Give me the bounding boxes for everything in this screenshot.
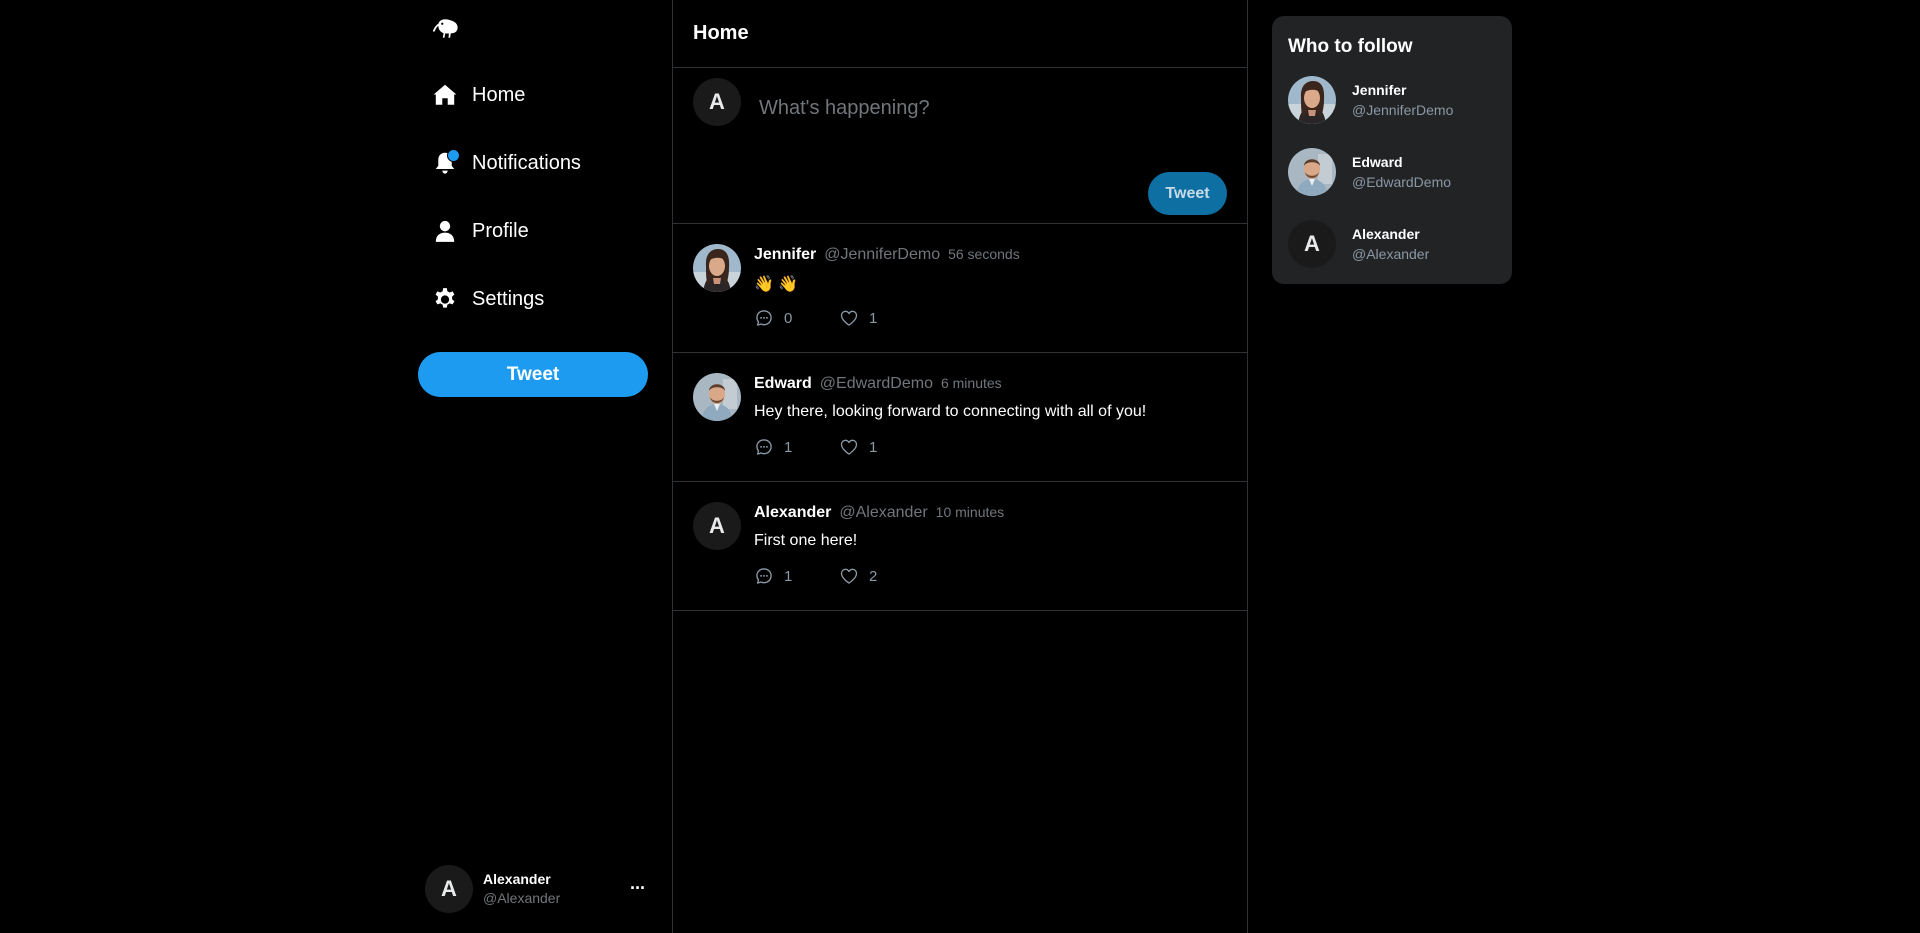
avatar[interactable] bbox=[693, 244, 741, 292]
reply-icon bbox=[754, 437, 774, 457]
heart-icon bbox=[839, 308, 859, 328]
avatar bbox=[1288, 148, 1336, 196]
sidebar-item-notifications[interactable]: Notifications bbox=[432, 141, 652, 185]
sidebar-item-label: Home bbox=[472, 83, 526, 106]
sidebar-item-profile[interactable]: Profile bbox=[432, 209, 652, 253]
tweet-header: Edward @EdwardDemo 6 minutes bbox=[754, 375, 1002, 393]
follow-suggestion[interactable]: Edward @EdwardDemo bbox=[1288, 147, 1503, 197]
tweet-text: 👋 👋 bbox=[754, 276, 799, 293]
follow-name: Jennifer bbox=[1352, 82, 1407, 98]
tweet-author-name[interactable]: Edward bbox=[754, 375, 812, 393]
follow-suggestion[interactable]: A Alexander @Alexander bbox=[1288, 219, 1503, 269]
reply-count: 1 bbox=[784, 567, 793, 585]
tweet-actions: 1 1 bbox=[754, 437, 924, 457]
account-handle: @Alexander bbox=[483, 890, 561, 906]
gear-icon bbox=[432, 286, 458, 312]
notification-dot bbox=[447, 149, 460, 162]
tweet-author-handle[interactable]: @EdwardDemo bbox=[820, 375, 933, 393]
tweet-composer: A Tweet bbox=[673, 68, 1247, 224]
like-button[interactable]: 1 bbox=[839, 437, 924, 457]
tweet-item[interactable]: Edward @EdwardDemo 6 minutes Hey there, … bbox=[673, 353, 1247, 482]
tweet-header: Alexander @Alexander 10 minutes bbox=[754, 504, 1004, 522]
who-to-follow-panel: Who to follow Jennifer @JenniferDemo Edw… bbox=[1272, 16, 1512, 284]
avatar[interactable] bbox=[693, 373, 741, 421]
sidebar-item-home[interactable]: Home bbox=[432, 73, 652, 117]
kiwi-bird-icon[interactable] bbox=[432, 14, 462, 44]
tweet-author-name[interactable]: Jennifer bbox=[754, 246, 816, 264]
follow-names: Edward @EdwardDemo bbox=[1352, 152, 1451, 192]
home-icon bbox=[432, 82, 458, 108]
tweet-timestamp: 56 seconds bbox=[948, 246, 1020, 262]
sidebar-item-label: Notifications bbox=[472, 151, 581, 174]
avatar bbox=[1288, 76, 1336, 124]
like-button[interactable]: 1 bbox=[839, 308, 924, 328]
like-count: 1 bbox=[869, 309, 878, 327]
avatar[interactable]: A bbox=[693, 502, 741, 550]
tweet-text: Hey there, looking forward to connecting… bbox=[754, 403, 1147, 420]
account-name: Alexander bbox=[483, 871, 551, 887]
like-count: 2 bbox=[869, 567, 878, 585]
compose-tweet-button[interactable]: Tweet bbox=[1148, 172, 1227, 215]
tweet-text: First one here! bbox=[754, 532, 858, 549]
tweet-actions: 0 1 bbox=[754, 308, 924, 328]
follow-name: Alexander bbox=[1352, 226, 1420, 242]
sidebar-item-label: Settings bbox=[472, 287, 545, 310]
reply-icon bbox=[754, 308, 774, 328]
tweet-author-handle[interactable]: @JenniferDemo bbox=[824, 246, 940, 264]
follow-name: Edward bbox=[1352, 154, 1403, 170]
account-switcher[interactable]: A Alexander @Alexander ··· bbox=[425, 864, 655, 914]
reply-count: 1 bbox=[784, 438, 793, 456]
reply-count: 0 bbox=[784, 309, 793, 327]
follow-names: Jennifer @JenniferDemo bbox=[1352, 80, 1453, 120]
avatar: A bbox=[1288, 220, 1336, 268]
more-options-icon[interactable]: ··· bbox=[630, 878, 646, 899]
main-timeline: Home A Tweet Jennifer @JenniferDemo 56 s… bbox=[672, 0, 1248, 933]
reply-button[interactable]: 0 bbox=[754, 308, 839, 328]
reply-icon bbox=[754, 566, 774, 586]
sidebar: Home Notifications Profile Settings Twee… bbox=[418, 0, 671, 933]
heart-icon bbox=[839, 437, 859, 457]
page-title: Home bbox=[693, 22, 749, 44]
main-header: Home bbox=[673, 0, 1247, 68]
tweet-author-name[interactable]: Alexander bbox=[754, 504, 831, 522]
reply-button[interactable]: 1 bbox=[754, 566, 839, 586]
sidebar-tweet-button[interactable]: Tweet bbox=[418, 352, 648, 397]
panel-title: Who to follow bbox=[1288, 36, 1413, 57]
tweet-timestamp: 10 minutes bbox=[935, 504, 1005, 520]
like-count: 1 bbox=[869, 438, 878, 456]
reply-button[interactable]: 1 bbox=[754, 437, 839, 457]
follow-handle: @EdwardDemo bbox=[1352, 174, 1452, 190]
tweet-actions: 1 2 bbox=[754, 566, 924, 586]
follow-handle: @Alexander bbox=[1352, 246, 1430, 262]
tweet-item[interactable]: A Alexander @Alexander 10 minutes First … bbox=[673, 482, 1247, 611]
bell-icon bbox=[432, 149, 460, 176]
tweet-timestamp: 6 minutes bbox=[940, 375, 1002, 391]
tweet-item[interactable]: Jennifer @JenniferDemo 56 seconds 👋 👋 0 … bbox=[673, 224, 1247, 353]
heart-icon bbox=[839, 566, 859, 586]
follow-handle: @JenniferDemo bbox=[1352, 102, 1454, 118]
sidebar-item-settings[interactable]: Settings bbox=[432, 277, 652, 321]
avatar: A bbox=[693, 78, 741, 126]
follow-names: Alexander @Alexander bbox=[1352, 224, 1429, 264]
like-button[interactable]: 2 bbox=[839, 566, 924, 586]
follow-suggestion[interactable]: Jennifer @JenniferDemo bbox=[1288, 75, 1503, 125]
compose-tweet-input[interactable] bbox=[757, 82, 1221, 134]
avatar: A bbox=[425, 865, 473, 913]
tweet-header: Jennifer @JenniferDemo 56 seconds bbox=[754, 246, 1020, 264]
user-icon bbox=[432, 218, 458, 244]
sidebar-item-label: Profile bbox=[472, 219, 529, 242]
account-names: Alexander @Alexander bbox=[483, 870, 560, 908]
tweet-author-handle[interactable]: @Alexander bbox=[839, 504, 927, 522]
app-root: Home Notifications Profile Settings Twee… bbox=[0, 0, 1920, 933]
